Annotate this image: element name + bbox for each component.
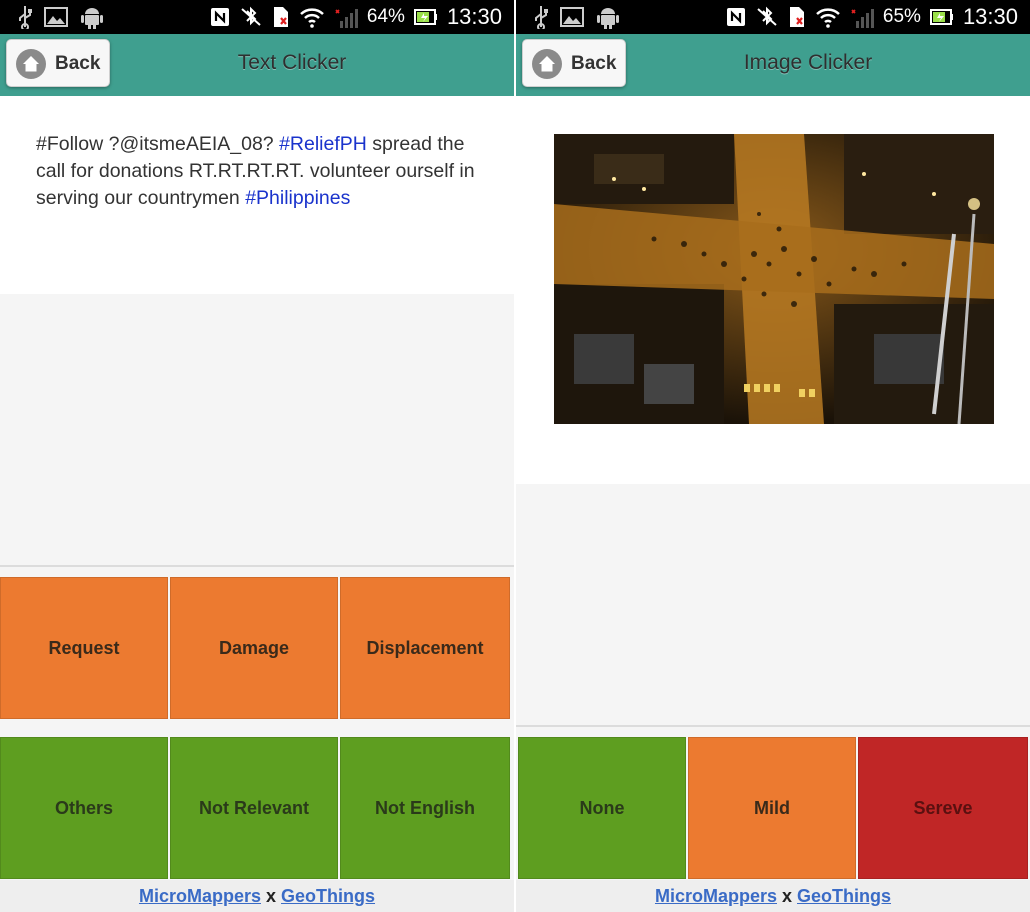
sim-icon [789,7,804,27]
android-icon [81,8,103,29]
gallery-icon [560,7,584,27]
tweet-panel: #Follow ?@itsmeAEIA_08? #ReliefPH spread… [0,96,514,294]
wifi-icon [816,8,840,28]
battery-percent: 64% [366,6,405,27]
home-icon [532,49,562,79]
geothings-link[interactable]: GeoThings [797,886,891,906]
micromappers-link[interactable]: MicroMappers [655,886,777,906]
signal-icon [335,9,358,28]
footer-separator: x [261,886,282,906]
android-icon [597,8,619,29]
battery-icon [413,9,437,25]
aerial-street-photo [554,134,994,424]
clock: 13:30 [962,4,1018,29]
damage-button[interactable]: Damage [170,577,338,719]
geothings-link[interactable]: GeoThings [281,886,375,906]
gallery-icon [44,7,68,27]
none-button[interactable]: None [518,737,686,879]
tweet-text-part: #Follow ?@itsmeAEIA_08? [36,133,280,155]
text-clicker-screen: 64% 13:30 Back Text Clicker #Follow ?@it… [0,0,514,912]
usb-icon [19,6,32,29]
page-title: Text Clicker [237,51,347,74]
request-button[interactable]: Request [0,577,168,719]
header-bar: Back Image Clicker [516,34,1030,96]
sim-icon [273,7,288,27]
image-clicker-screen: 65% 13:30 Back Image Clicker None Mild S… [516,0,1030,912]
clock: 13:30 [446,4,502,29]
severe-button[interactable]: Sereve [858,737,1028,879]
hashtag-link[interactable]: #Philippines [245,187,350,209]
footer: MicroMappers x GeoThings [516,880,1030,912]
divider [0,565,514,567]
nfc-icon [726,8,745,26]
not-english-button[interactable]: Not English [340,737,510,879]
bluetooth-off-icon [757,6,777,26]
page-title: Image Clicker [743,51,873,74]
back-button[interactable]: Back [6,39,110,87]
nfc-icon [210,8,229,26]
status-bar: 64% 13:30 [0,0,514,34]
others-button[interactable]: Others [0,737,168,879]
footer: MicroMappers x GeoThings [0,880,514,912]
usb-icon [535,6,548,29]
footer-separator: x [777,886,798,906]
image-panel [516,96,1030,484]
displacement-button[interactable]: Displacement [340,577,510,719]
battery-percent: 65% [882,6,921,27]
status-bar: 65% 13:30 [516,0,1030,34]
battery-icon [929,9,953,25]
tweet-text: #Follow ?@itsmeAEIA_08? #ReliefPH spread… [36,131,486,212]
wifi-icon [300,8,324,28]
home-icon [16,49,46,79]
micromappers-link[interactable]: MicroMappers [139,886,261,906]
header-bar: Back Text Clicker [0,34,514,96]
back-label: Back [571,53,617,74]
back-button[interactable]: Back [522,39,626,87]
not-relevant-button[interactable]: Not Relevant [170,737,338,879]
signal-icon [851,9,874,28]
bluetooth-off-icon [241,6,261,26]
mild-button[interactable]: Mild [688,737,856,879]
hashtag-link[interactable]: #ReliefPH [279,133,367,155]
back-label: Back [55,53,101,74]
divider [516,725,1030,727]
